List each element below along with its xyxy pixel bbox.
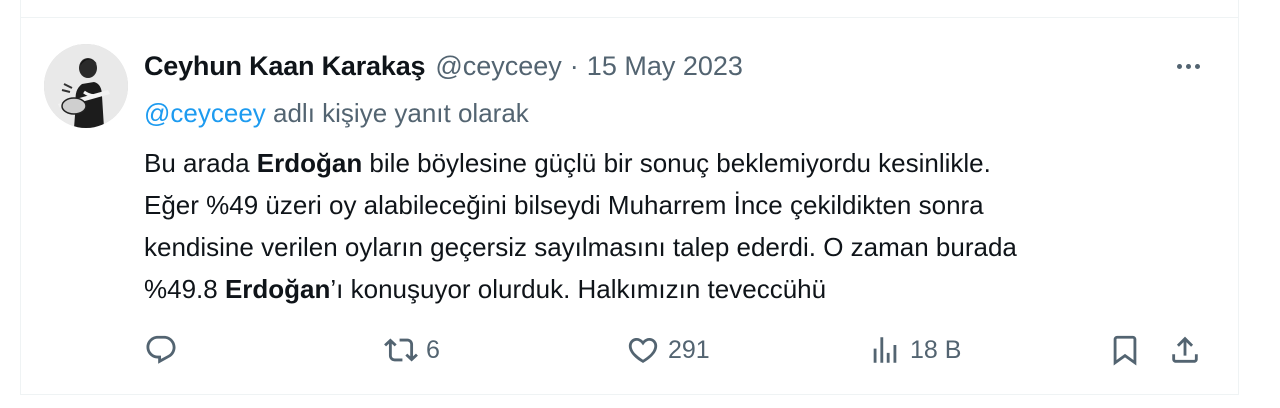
text-segment: ’ı konuşuyor olurduk. Halkımızın teveccü… xyxy=(330,274,827,304)
views-button[interactable]: 18 B xyxy=(868,328,961,372)
author-handle[interactable]: @ceyceey xyxy=(435,51,561,82)
header-separator: · xyxy=(569,50,579,81)
reply-context-text: adlı kişiye yanıt olarak xyxy=(265,98,529,128)
tweet-text-line: Eğer %49 üzeri oy alabileceğini bilseydi… xyxy=(144,190,984,220)
reply-context: @ceyceey adlı kişiye yanıt olarak xyxy=(144,98,529,129)
reply-mention-link[interactable]: @ceyceey xyxy=(144,98,266,128)
next-item-edge xyxy=(20,394,1239,408)
share-icon xyxy=(1172,336,1198,363)
bookmark-icon xyxy=(1113,335,1137,366)
heart-icon xyxy=(628,337,658,363)
like-count: 291 xyxy=(668,335,710,364)
like-button[interactable]: 291 xyxy=(626,328,710,372)
tweet-header: Ceyhun Kaan Karakaş @ceyceey · 15 May 20… xyxy=(144,46,743,86)
share-button[interactable] xyxy=(1168,328,1202,372)
more-options-button[interactable] xyxy=(1168,52,1208,80)
views-icon xyxy=(873,337,897,363)
more-dot-icon xyxy=(1185,63,1191,69)
highlighted-word: Erdoğan xyxy=(224,274,331,304)
timeline-right-border xyxy=(1238,0,1239,408)
previous-item-edge xyxy=(20,0,1239,18)
avatar-image xyxy=(44,44,128,128)
tweet-date[interactable]: 15 May 2023 xyxy=(587,51,743,82)
bookmark-button[interactable] xyxy=(1108,328,1142,372)
retweet-count: 6 xyxy=(426,335,440,364)
action-bar: 6 291 18 B xyxy=(144,328,1208,372)
highlighted-word: Erdoğan xyxy=(256,148,363,178)
text-segment: %49.8 xyxy=(144,274,225,304)
tweet-text-line: %49.8 Erdoğan’ı konuşuyor olurduk. Halkı… xyxy=(144,268,1204,310)
timeline-left-border xyxy=(20,0,21,408)
reply-icon xyxy=(146,335,176,364)
author-name[interactable]: Ceyhun Kaan Karakaş xyxy=(144,51,426,82)
more-dot-icon xyxy=(1176,63,1182,69)
tweet-text-line: kendisine verilen oyların geçersiz sayıl… xyxy=(144,232,1017,262)
retweet-icon xyxy=(384,338,418,362)
views-count: 18 B xyxy=(910,335,962,364)
tweet-text-line: Bu arada Erdoğan bile böylesine güçlü bi… xyxy=(144,142,1204,184)
text-segment: bile böylesine güçlü bir sonuç beklemiyo… xyxy=(362,148,991,178)
tweet-card: Ceyhun Kaan Karakaş @ceyceey · 15 May 20… xyxy=(0,0,1280,408)
text-segment: Bu arada xyxy=(144,148,257,178)
more-dot-icon xyxy=(1194,63,1200,69)
reply-button[interactable] xyxy=(144,328,178,372)
retweet-button[interactable]: 6 xyxy=(384,328,440,372)
avatar[interactable] xyxy=(44,44,128,128)
tweet-text: Bu arada Erdoğan bile böylesine güçlü bi… xyxy=(144,142,1204,310)
